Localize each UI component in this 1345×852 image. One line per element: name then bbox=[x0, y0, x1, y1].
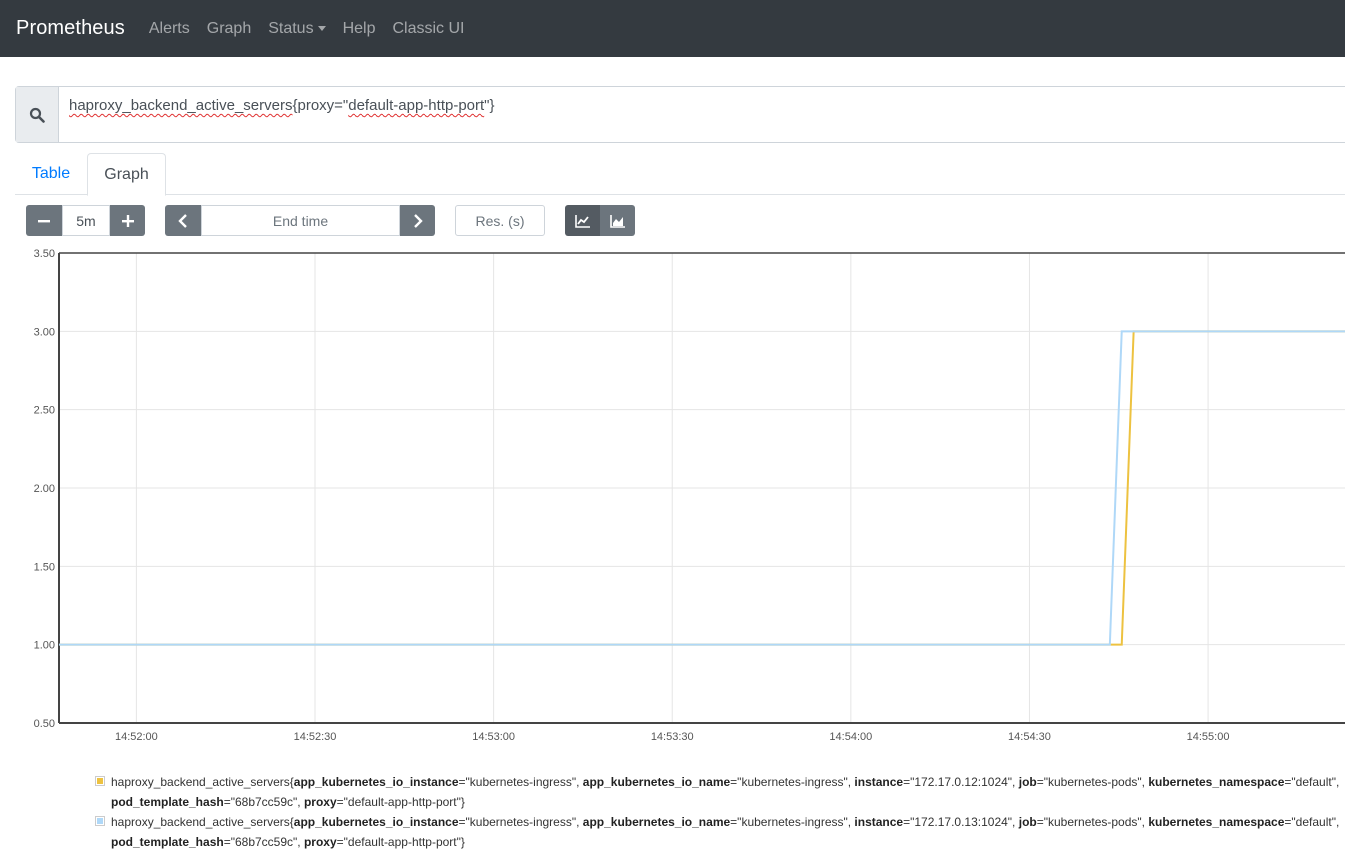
legend-label-value: ="default-app-http-port"} bbox=[336, 795, 465, 809]
legend-item[interactable]: haproxy_backend_active_servers{app_kuber… bbox=[95, 772, 1345, 812]
tab-graph[interactable]: Graph bbox=[87, 153, 166, 196]
nav-classic-ui[interactable]: Classic UI bbox=[392, 20, 464, 38]
legend-label-key: app_kubernetes_io_instance bbox=[293, 815, 459, 829]
legend-metric: haproxy_backend_active_servers{ bbox=[111, 815, 294, 829]
nav-status[interactable]: Status bbox=[268, 19, 326, 38]
expression-close: "} bbox=[484, 97, 495, 114]
legend-label-key: app_kubernetes_io_instance bbox=[293, 775, 459, 789]
navbar: Prometheus Alerts Graph Status Help Clas… bbox=[0, 0, 1345, 57]
legend-item[interactable]: haproxy_backend_active_servers{app_kuber… bbox=[95, 812, 1345, 852]
legend-label-value: ="kubernetes-pods", bbox=[1036, 775, 1149, 789]
nav-status-label: Status bbox=[268, 19, 314, 37]
graph-chart[interactable]: 3.50 3.00 2.50 2.00 1.50 1.00 0.50 14:52:00 14:5… bbox=[0, 240, 1345, 750]
nav-graph[interactable]: Graph bbox=[207, 20, 251, 38]
legend-label-value: ="kubernetes-pods", bbox=[1036, 815, 1149, 829]
graph-legend: haproxy_backend_active_servers{app_kuber… bbox=[95, 772, 1345, 852]
legend-label-key: proxy bbox=[303, 795, 337, 809]
range-input[interactable]: 5m bbox=[62, 205, 110, 236]
legend-label-key: instance bbox=[854, 815, 904, 829]
x-tick-label: 14:53:30 bbox=[651, 731, 694, 743]
end-time-input[interactable]: End time bbox=[201, 205, 400, 236]
stacked-chart-button[interactable] bbox=[600, 205, 635, 236]
search-icon bbox=[16, 87, 59, 142]
legend-label-value: ="default", bbox=[1284, 775, 1340, 789]
legend-label-value: ="kubernetes-ingress", bbox=[730, 775, 855, 789]
line-chart-button[interactable] bbox=[565, 205, 600, 236]
legend-label-value: ="172.17.0.12:1024", bbox=[903, 775, 1019, 789]
legend-label-value: ="68b7cc59c", bbox=[223, 835, 304, 849]
y-tick-label: 0.50 bbox=[34, 718, 55, 730]
nav-help[interactable]: Help bbox=[343, 20, 376, 38]
expression-metric: haproxy_backend_active_servers bbox=[69, 97, 293, 114]
legend-swatch bbox=[95, 816, 105, 826]
x-tick-label: 14:53:00 bbox=[472, 731, 515, 743]
chevron-down-icon bbox=[317, 26, 326, 31]
legend-label-key: job bbox=[1018, 775, 1037, 789]
legend-label-value: ="kubernetes-ingress", bbox=[458, 815, 583, 829]
x-tick-label: 14:54:30 bbox=[1008, 731, 1051, 743]
y-tick-label: 2.50 bbox=[34, 405, 55, 417]
expression-input-group: haproxy_backend_active_servers{proxy="de… bbox=[15, 86, 1345, 143]
legend-label-key: job bbox=[1018, 815, 1037, 829]
expression-value: default-app-http-port bbox=[348, 97, 485, 114]
legend-label-value: ="68b7cc59c", bbox=[223, 795, 304, 809]
legend-label-key: app_kubernetes_io_name bbox=[582, 775, 731, 789]
legend-metric: haproxy_backend_active_servers{ bbox=[111, 775, 294, 789]
legend-label-value: ="default", bbox=[1284, 815, 1340, 829]
area-chart-icon bbox=[609, 214, 625, 228]
tab-table[interactable]: Table bbox=[15, 153, 87, 195]
legend-label-key: kubernetes_namespace bbox=[1148, 815, 1285, 829]
y-tick-label: 1.00 bbox=[34, 640, 55, 652]
legend-label-value: ="default-app-http-port"} bbox=[336, 835, 465, 849]
plus-icon bbox=[121, 214, 134, 227]
legend-label-value: ="172.17.0.13:1024", bbox=[903, 815, 1019, 829]
y-tick-label: 1.50 bbox=[34, 561, 55, 573]
result-tabs: Table Graph bbox=[15, 153, 1345, 196]
x-tick-label: 14:52:00 bbox=[115, 731, 158, 743]
y-tick-label: 2.00 bbox=[34, 483, 55, 495]
legend-swatch bbox=[95, 776, 105, 786]
expression-input[interactable]: haproxy_backend_active_servers{proxy="de… bbox=[59, 87, 1345, 142]
x-tick-label: 14:54:00 bbox=[829, 731, 872, 743]
x-tick-label: 14:52:30 bbox=[294, 731, 337, 743]
legend-label-key: pod_template_hash bbox=[111, 835, 224, 849]
increase-range-button[interactable] bbox=[110, 205, 145, 236]
chevron-left-icon bbox=[178, 213, 187, 228]
legend-label-key: proxy bbox=[303, 835, 337, 849]
legend-label-key: instance bbox=[854, 775, 904, 789]
y-tick-label: 3.00 bbox=[34, 326, 55, 338]
minus-icon bbox=[38, 219, 50, 222]
legend-label-key: pod_template_hash bbox=[111, 795, 224, 809]
y-tick-label: 3.50 bbox=[34, 248, 55, 260]
legend-label-value: ="kubernetes-ingress", bbox=[458, 775, 583, 789]
previous-time-button[interactable] bbox=[165, 205, 201, 236]
x-tick-label: 14:55:00 bbox=[1187, 731, 1230, 743]
legend-label-value: ="kubernetes-ingress", bbox=[730, 815, 855, 829]
brand-logo[interactable]: Prometheus bbox=[16, 17, 125, 40]
expression-open: {proxy=" bbox=[292, 97, 349, 114]
next-time-button[interactable] bbox=[400, 205, 435, 236]
legend-label-key: kubernetes_namespace bbox=[1148, 775, 1285, 789]
legend-label-key: app_kubernetes_io_name bbox=[582, 815, 731, 829]
line-chart-icon bbox=[574, 214, 590, 228]
nav-alerts[interactable]: Alerts bbox=[149, 20, 190, 38]
decrease-range-button[interactable] bbox=[26, 205, 62, 236]
chevron-right-icon bbox=[413, 213, 423, 228]
resolution-input[interactable]: Res. (s) bbox=[455, 205, 545, 236]
